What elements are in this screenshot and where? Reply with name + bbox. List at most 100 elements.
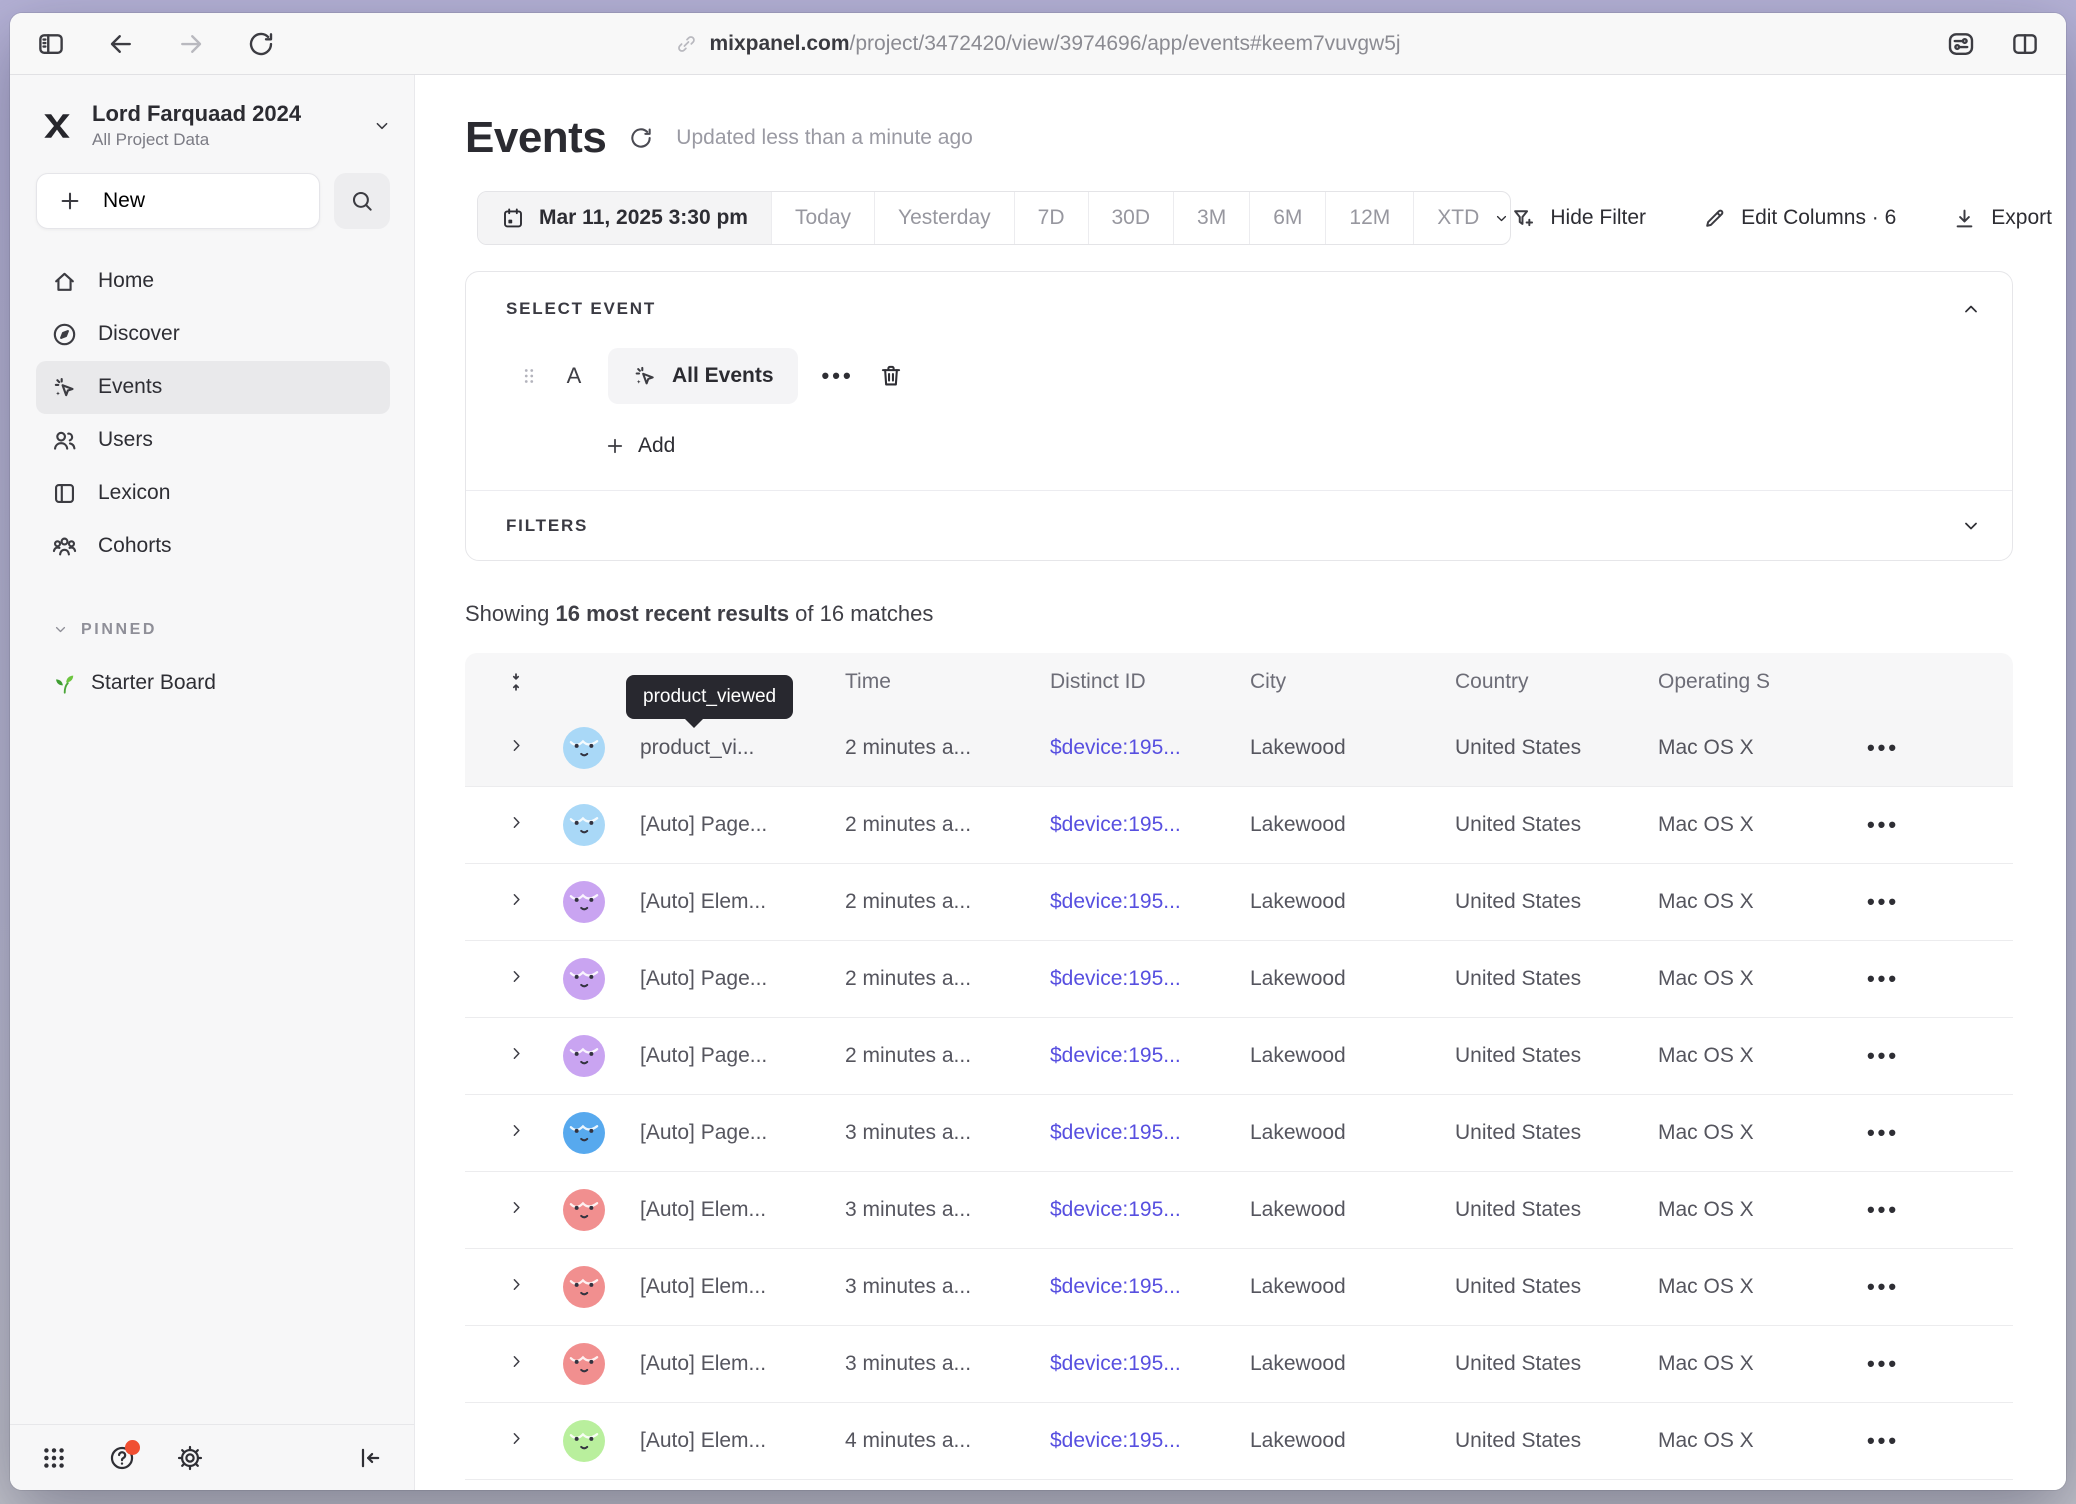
distinct-id-link[interactable]: $device:195... <box>1025 1352 1225 1376</box>
row-more-button[interactable]: ••• <box>1867 1199 1899 1221</box>
distinct-id-link[interactable]: $device:195... <box>1025 1044 1225 1068</box>
address-bar[interactable]: mixpanel.com/project/3472420/view/397469… <box>675 13 1400 75</box>
table-row[interactable]: [Auto] Elem...3 minutes a...$device:195.… <box>465 1326 2013 1403</box>
table-row[interactable]: [Auto] Elem...2 minutes a...$device:195.… <box>465 864 2013 941</box>
table-row[interactable]: [Auto] Elem...3 minutes a...$device:195.… <box>465 1249 2013 1326</box>
row-more-button[interactable]: ••• <box>1867 737 1899 759</box>
row-expand-chevron-icon[interactable] <box>507 1275 526 1300</box>
table-row[interactable]: [Auto] Page...2 minutes a...$device:195.… <box>465 787 2013 864</box>
os-cell: Mac OS X <box>1633 1198 1823 1222</box>
sidebar-item-discover[interactable]: Discover <box>36 308 390 361</box>
time-cell: 2 minutes a... <box>820 736 1025 760</box>
row-expand-chevron-icon[interactable] <box>507 890 526 915</box>
date-segment-6m[interactable]: 6M <box>1249 192 1325 244</box>
add-event-button[interactable]: Add <box>604 434 675 458</box>
expand-section-icon[interactable] <box>1960 515 1982 537</box>
row-more-button[interactable]: ••• <box>1867 1430 1899 1452</box>
back-icon[interactable] <box>106 29 136 59</box>
lexicon-icon <box>51 480 78 507</box>
split-view-icon[interactable] <box>2010 29 2040 59</box>
project-switcher[interactable]: Lord Farquaad 2024 All Project Data <box>38 101 392 151</box>
select-event-section: SELECT EVENT A All Events ••• <box>466 272 2012 490</box>
row-more-button[interactable]: ••• <box>1867 1276 1899 1298</box>
row-more-button[interactable]: ••• <box>1867 1045 1899 1067</box>
download-icon <box>1952 206 1977 231</box>
distinct-id-link[interactable]: $device:195... <box>1025 813 1225 837</box>
date-segment-yesterday[interactable]: Yesterday <box>874 192 1014 244</box>
distinct-id-link[interactable]: $device:195... <box>1025 1121 1225 1145</box>
export-button[interactable]: Export <box>1952 206 2052 231</box>
date-segment-mar-11-2025-3-30-pm[interactable]: Mar 11, 2025 3:30 pm <box>478 192 771 244</box>
date-segment-xtd[interactable]: XTD <box>1413 192 1511 244</box>
help-icon[interactable] <box>108 1444 136 1472</box>
table-row[interactable]: [Auto] Page...2 minutes a...$device:195.… <box>465 1018 2013 1095</box>
time-cell: 3 minutes a... <box>820 1198 1025 1222</box>
table-row[interactable]: [Auto] Page...2 minutes a...$device:195.… <box>465 941 2013 1018</box>
row-expand-chevron-icon[interactable] <box>507 813 526 838</box>
row-more-button[interactable]: ••• <box>1867 814 1899 836</box>
collapse-all-rows-icon[interactable] <box>465 671 553 693</box>
drag-handle-icon[interactable] <box>518 365 540 387</box>
event-avatar-icon <box>563 1035 605 1077</box>
pinned-section-header[interactable]: PINNED <box>52 621 414 639</box>
row-more-button[interactable]: ••• <box>1867 1353 1899 1375</box>
row-more-button[interactable]: ••• <box>1867 891 1899 913</box>
row-expand-chevron-icon[interactable] <box>507 1352 526 1377</box>
city-cell: Lakewood <box>1225 736 1430 760</box>
page-settings-icon[interactable] <box>1946 29 1976 59</box>
row-more-button[interactable]: ••• <box>1867 1122 1899 1144</box>
new-button[interactable]: New <box>36 173 320 229</box>
date-segment-30d[interactable]: 30D <box>1088 192 1174 244</box>
os-cell: Mac OS X <box>1633 967 1823 991</box>
row-expand-chevron-icon[interactable] <box>507 1198 526 1223</box>
sidebar-toggle-icon[interactable] <box>36 29 66 59</box>
edit-columns-button[interactable]: Edit Columns · 6 <box>1702 206 1896 231</box>
distinct-id-link[interactable]: $device:195... <box>1025 967 1225 991</box>
distinct-id-link[interactable]: $device:195... <box>1025 890 1225 914</box>
sidebar-item-events[interactable]: Events <box>36 361 390 414</box>
trash-icon[interactable] <box>878 363 904 389</box>
date-segment-today[interactable]: Today <box>771 192 874 244</box>
sidebar-item-cohorts[interactable]: Cohorts <box>36 520 390 573</box>
table-row[interactable]: [Auto] Elem...3 minutes a...$device:195.… <box>465 1172 2013 1249</box>
sidebar-item-starter-board[interactable]: Starter Board <box>52 671 414 696</box>
event-avatar-icon <box>563 1343 605 1385</box>
mixpanel-logo-icon <box>38 107 76 145</box>
date-segment-12m[interactable]: 12M <box>1325 192 1413 244</box>
row-expand-chevron-icon[interactable] <box>507 1044 526 1069</box>
distinct-id-link[interactable]: $device:195... <box>1025 736 1225 760</box>
sidebar-item-lexicon[interactable]: Lexicon <box>36 467 390 520</box>
apps-grid-icon[interactable] <box>40 1444 68 1472</box>
table-row[interactable]: [Auto] Elem...4 minutes a...$device:195.… <box>465 1403 2013 1480</box>
hide-filter-button[interactable]: Hide Filter <box>1511 206 1646 231</box>
reload-icon[interactable] <box>246 29 276 59</box>
table-row[interactable]: [Auto] Page...3 minutes a...$device:195.… <box>465 1095 2013 1172</box>
os-cell: Mac OS X <box>1633 813 1823 837</box>
all-events-chip[interactable]: All Events <box>608 348 798 404</box>
row-more-button[interactable]: ••• <box>1867 968 1899 990</box>
sidebar-item-home[interactable]: Home <box>36 255 390 308</box>
date-segment-7d[interactable]: 7D <box>1014 192 1088 244</box>
collapse-section-icon[interactable] <box>1960 298 1982 320</box>
collapse-sidebar-icon[interactable] <box>356 1444 384 1472</box>
event-avatar-icon <box>563 804 605 846</box>
refresh-icon[interactable] <box>628 125 654 151</box>
time-cell: 4 minutes a... <box>820 1429 1025 1453</box>
row-expand-chevron-icon[interactable] <box>507 736 526 761</box>
gear-icon[interactable] <box>176 1444 204 1472</box>
filters-section[interactable]: FILTERS <box>466 490 2012 560</box>
time-cell: 2 minutes a... <box>820 890 1025 914</box>
row-expand-chevron-icon[interactable] <box>507 1121 526 1146</box>
distinct-id-link[interactable]: $device:195... <box>1025 1429 1225 1453</box>
os-cell: Mac OS X <box>1633 1275 1823 1299</box>
table-row[interactable] <box>465 1480 2013 1490</box>
date-segment-3m[interactable]: 3M <box>1173 192 1249 244</box>
distinct-id-link[interactable]: $device:195... <box>1025 1198 1225 1222</box>
search-button[interactable] <box>334 173 390 229</box>
event-more-button[interactable]: ••• <box>822 365 854 387</box>
row-expand-chevron-icon[interactable] <box>507 967 526 992</box>
distinct-id-link[interactable]: $device:195... <box>1025 1275 1225 1299</box>
row-expand-chevron-icon[interactable] <box>507 1429 526 1454</box>
sidebar-item-users[interactable]: Users <box>36 414 390 467</box>
sidebar-bottom-bar <box>10 1424 414 1490</box>
